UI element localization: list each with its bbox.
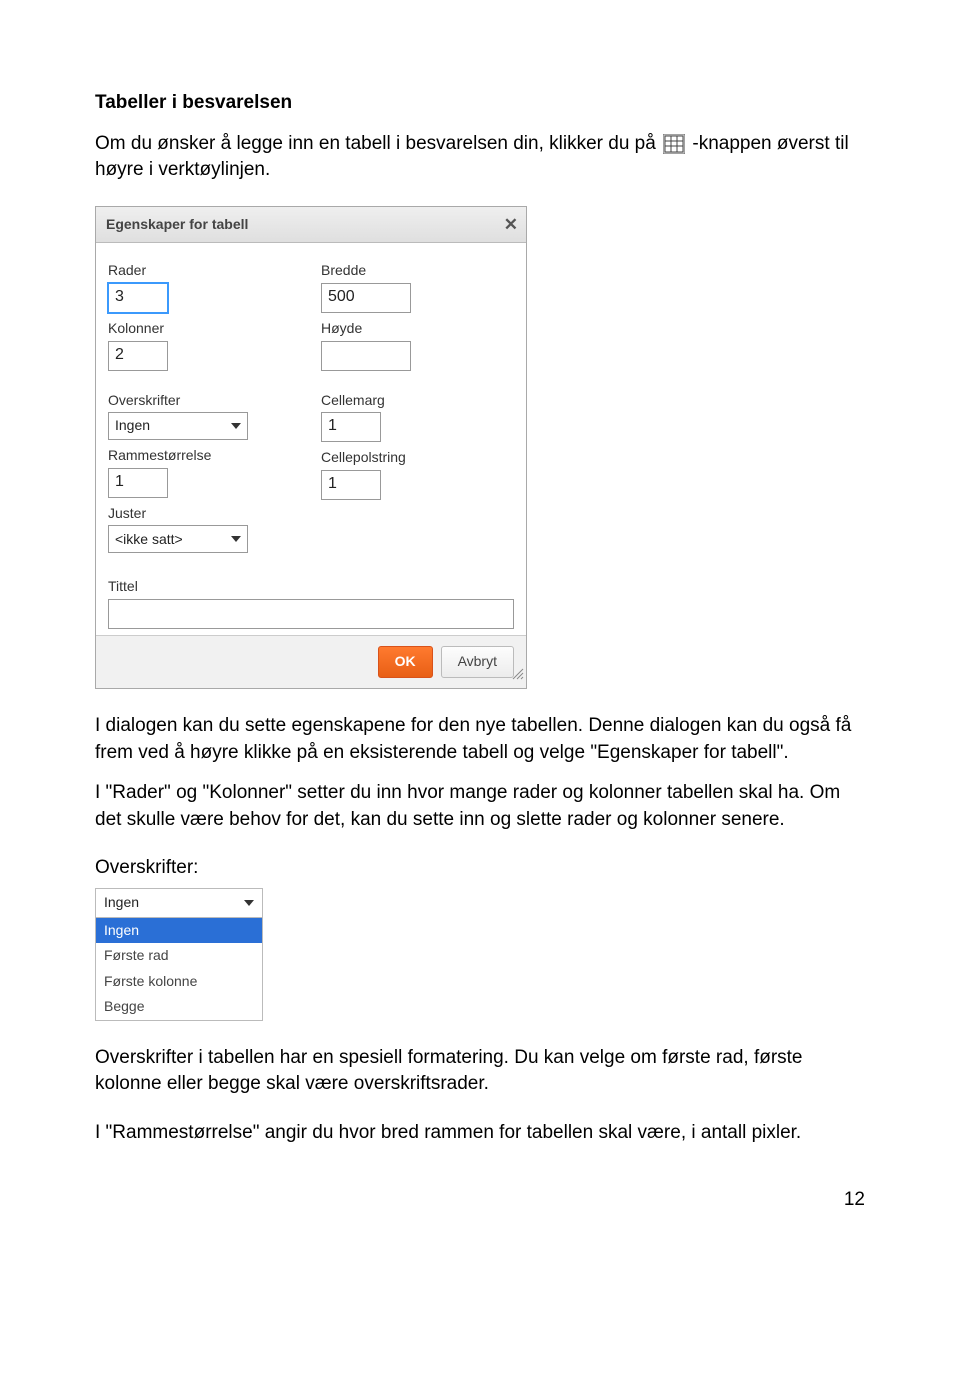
hoyde-input[interactable]: [321, 341, 411, 371]
paragraph-2: I dialogen kan du sette egenskapene for …: [95, 713, 865, 766]
cellemarg-input[interactable]: 1: [321, 412, 381, 442]
dropdown-option-forste-kolonne[interactable]: Første kolonne: [96, 969, 262, 995]
paragraph-4: Overskrifter i tabellen har en spesiell …: [95, 1045, 865, 1098]
paragraph-3: I "Rader" og "Kolonner" setter du inn hv…: [95, 780, 865, 833]
juster-value: <ikke satt>: [115, 530, 183, 550]
dialog-header: Egenskaper for tabell ✕: [96, 207, 526, 244]
dialog-title: Egenskaper for tabell: [106, 216, 248, 232]
dropdown-option-forste-rad[interactable]: Første rad: [96, 943, 262, 969]
kolonner-label: Kolonner: [108, 319, 301, 339]
dialog-body: Rader 3 Kolonner 2 Overskrifter Ingen Ra…: [96, 243, 526, 635]
cellepol-label: Cellepolstring: [321, 448, 514, 468]
overskrifter-label: Overskrifter: [108, 391, 301, 411]
chevron-down-icon: [231, 423, 241, 429]
dropdown-option-begge[interactable]: Begge: [96, 994, 262, 1020]
chevron-down-icon: [231, 536, 241, 542]
ok-button[interactable]: OK: [378, 646, 433, 678]
intro-text-1: Om du ønsker å legge inn en tabell i bes…: [95, 133, 661, 154]
rader-label: Rader: [108, 261, 301, 281]
juster-label: Juster: [108, 504, 301, 524]
dropdown-selected[interactable]: Ingen: [96, 889, 262, 918]
kolonner-input[interactable]: 2: [108, 341, 168, 371]
juster-select[interactable]: <ikke satt>: [108, 525, 248, 553]
dropdown-selected-text: Ingen: [104, 893, 139, 913]
overskrifter-heading: Overskrifter:: [95, 855, 865, 882]
page-number: 12: [95, 1187, 865, 1214]
bredde-input[interactable]: 500: [321, 283, 411, 313]
overskrifter-select[interactable]: Ingen: [108, 412, 248, 440]
tittel-input[interactable]: [108, 599, 514, 629]
overskrifter-value: Ingen: [115, 416, 150, 436]
ramme-input[interactable]: 1: [108, 468, 168, 498]
cellemarg-label: Cellemarg: [321, 391, 514, 411]
chevron-down-icon: [244, 900, 254, 906]
bredde-label: Bredde: [321, 261, 514, 281]
table-properties-dialog: Egenskaper for tabell ✕ Rader 3 Kolonner…: [95, 206, 527, 689]
hoyde-label: Høyde: [321, 319, 514, 339]
ramme-label: Rammestørrelse: [108, 446, 301, 466]
dropdown-option-ingen[interactable]: Ingen: [96, 918, 262, 944]
section-heading: Tabeller i besvarelsen: [95, 90, 865, 117]
dialog-footer: OK Avbryt: [96, 635, 526, 688]
table-icon: [663, 134, 685, 154]
paragraph-5: I "Rammestørrelse" angir du hvor bred ra…: [95, 1120, 865, 1147]
intro-paragraph: Om du ønsker å legge inn en tabell i bes…: [95, 131, 865, 184]
rader-input[interactable]: 3: [108, 283, 168, 313]
close-icon[interactable]: ✕: [504, 213, 518, 237]
overskrifter-dropdown: Ingen Ingen Første rad Første kolonne Be…: [95, 888, 263, 1021]
cancel-button[interactable]: Avbryt: [441, 646, 514, 678]
tittel-label: Tittel: [108, 577, 514, 597]
resize-handle-icon[interactable]: [510, 666, 524, 686]
cellepol-input[interactable]: 1: [321, 470, 381, 500]
